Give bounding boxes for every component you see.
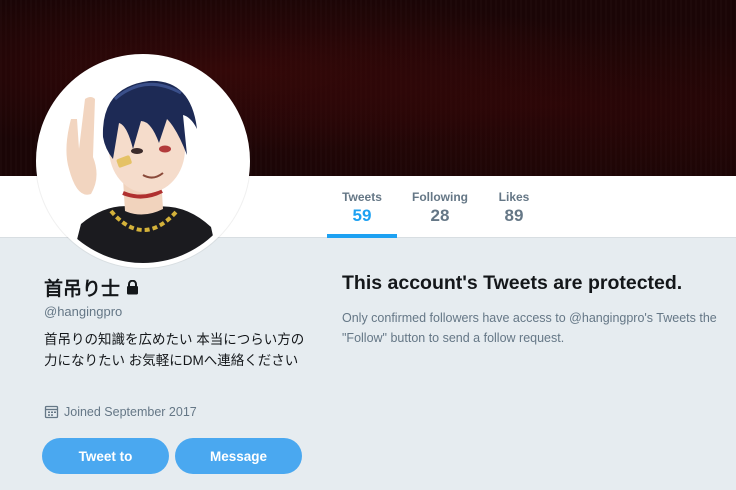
tweets-stat[interactable]: Tweets 59 [328,190,396,226]
joined-date: Joined September 2017 [44,404,197,419]
likes-stat-value: 89 [504,206,524,225]
protected-message: Only confirmed followers have access to … [342,311,717,345]
lock-icon [127,280,139,295]
protected-title: This account's Tweets are protected. [342,272,683,294]
active-tab-underline [327,234,397,238]
profile-display-name: 首吊り士 [44,274,139,301]
following-stat[interactable]: Following 28 [406,190,474,226]
joined-date-text: Joined September 2017 [64,404,197,419]
display-name-text: 首吊り士 [44,279,121,300]
calendar-icon [44,405,59,419]
avatar-illustration [41,59,245,263]
profile-avatar[interactable] [36,54,250,268]
tweets-stat-value: 59 [352,206,372,225]
tweets-stat-label: Tweets [342,190,382,204]
likes-stat[interactable]: Likes 89 [482,190,546,226]
following-stat-value: 28 [430,206,450,225]
tweet-to-button[interactable]: Tweet to [42,438,169,474]
profile-handle[interactable]: @hangingpro [44,304,122,319]
likes-stat-label: Likes [498,190,530,204]
message-button[interactable]: Message [175,438,302,474]
following-stat-label: Following [412,190,468,204]
profile-bio: 首吊りの知識を広めたい 本当につらい方の力になりたい お気軽にDMへ連絡ください [44,332,305,368]
